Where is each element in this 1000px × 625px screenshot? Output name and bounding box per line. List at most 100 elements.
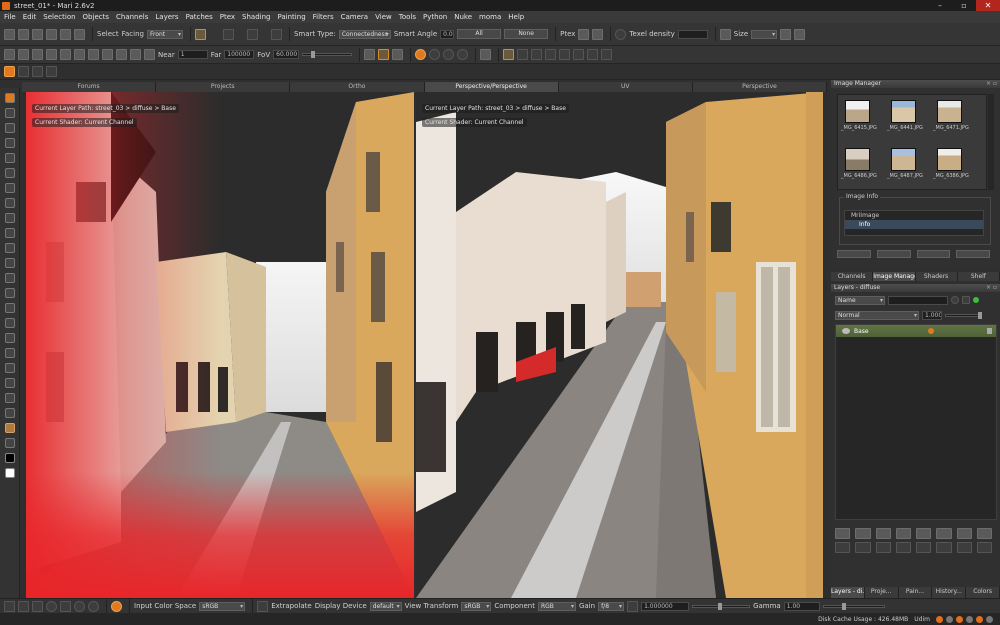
projector-export-icon[interactable] (102, 49, 113, 60)
pivot-icon[interactable] (601, 49, 613, 60)
fov-field[interactable]: 60.000 (273, 50, 300, 59)
layers-icon[interactable] (794, 28, 806, 40)
undo-icon[interactable] (4, 600, 15, 612)
export-icon[interactable] (46, 28, 57, 40)
save-file-icon[interactable] (32, 28, 43, 40)
image-thumb-6486[interactable] (845, 148, 870, 171)
image-icon[interactable] (32, 49, 43, 60)
reset-view-icon[interactable] (88, 600, 99, 612)
tab-layers[interactable]: Layers - di... (831, 587, 865, 598)
menu-edit[interactable]: Edit (23, 13, 37, 21)
flatten-layer-icon[interactable] (976, 542, 992, 553)
pen-tool-icon[interactable] (5, 183, 15, 193)
menu-channels[interactable]: Channels (116, 13, 148, 21)
eraser-tool-icon[interactable] (5, 318, 15, 328)
move-down-icon[interactable] (895, 542, 911, 553)
status-camera-icon[interactable] (946, 615, 953, 623)
swap-colors-icon[interactable] (5, 438, 15, 448)
lit-shading-icon[interactable] (429, 49, 441, 60)
add-layer-icon[interactable] (835, 528, 851, 539)
add-mask-icon[interactable] (895, 528, 911, 539)
duplicate-layer-icon[interactable] (956, 528, 972, 539)
select-all-button[interactable]: All (457, 29, 502, 39)
tab-image-manager[interactable]: Image Manager (873, 272, 916, 281)
facing-dropdown[interactable]: Front (146, 29, 183, 39)
projector-save-icon[interactable] (74, 49, 85, 60)
gain-reset-icon[interactable] (627, 600, 639, 612)
smart-type-dropdown[interactable]: Connectedness (338, 29, 391, 39)
hand-tool-icon[interactable] (5, 123, 15, 133)
open-file-icon[interactable] (18, 28, 29, 40)
status-menu-icon[interactable] (986, 615, 993, 623)
distribute-icon[interactable] (531, 49, 543, 60)
projector-load-icon[interactable] (46, 49, 57, 60)
image-thumb-6386[interactable] (937, 148, 962, 171)
minimize-button[interactable]: – (928, 0, 952, 11)
blend-mode-dropdown[interactable]: Normal (835, 310, 919, 320)
new-project-icon[interactable] (4, 28, 15, 40)
image-load-icon[interactable] (837, 250, 871, 258)
share-layer-icon[interactable] (916, 542, 932, 553)
pin-tool-icon[interactable] (5, 258, 15, 268)
stamp-icon[interactable] (74, 28, 85, 40)
snapshot-icon[interactable] (480, 49, 492, 60)
scale-icon[interactable] (573, 49, 585, 60)
image-edit-icon[interactable] (916, 250, 951, 258)
tab-ortho[interactable]: Ortho (290, 82, 425, 92)
transform-icon[interactable] (587, 49, 599, 60)
bake-layer-icon[interactable] (956, 542, 972, 553)
filter-options-icon[interactable] (962, 296, 970, 304)
menu-nuke[interactable]: Nuke (454, 13, 472, 21)
status-brush-icon[interactable] (956, 615, 963, 623)
status-lock-icon[interactable] (966, 615, 973, 623)
menu-file[interactable]: File (4, 13, 16, 21)
display-device-dropdown[interactable]: default (369, 601, 402, 611)
color-manager-icon[interactable] (111, 600, 122, 612)
picker-tool-icon[interactable] (5, 378, 15, 388)
menu-layers[interactable]: Layers (155, 13, 178, 21)
down-arrow-icon[interactable] (32, 600, 43, 612)
move-tool-icon[interactable] (5, 153, 15, 163)
menu-camera[interactable]: Camera (341, 13, 368, 21)
paint-through-icon[interactable] (503, 49, 515, 60)
input-color-space-dropdown[interactable]: sRGB (199, 601, 246, 611)
select-tool-icon[interactable] (5, 93, 15, 103)
tab-forums[interactable]: Forums (22, 82, 157, 92)
tab-projects[interactable]: Projects (156, 82, 291, 92)
lasso-tool-icon[interactable] (5, 363, 15, 373)
globe-icon[interactable] (615, 28, 627, 40)
extrapolate-icon[interactable] (257, 600, 269, 612)
status-paint-icon[interactable] (976, 615, 983, 623)
size-dropdown[interactable] (751, 29, 778, 39)
layer-visibility-icon[interactable] (842, 328, 850, 334)
frame-icon[interactable] (74, 600, 85, 612)
full-shading-icon[interactable] (443, 49, 455, 60)
opacity-slider[interactable] (945, 311, 982, 319)
near-field[interactable]: 1 (177, 50, 208, 59)
foreground-color-swatch[interactable] (5, 453, 15, 463)
move-icon[interactable] (559, 49, 571, 60)
image-thumb-6441[interactable] (891, 100, 916, 123)
gamma-slider[interactable] (822, 602, 885, 610)
tab-uv[interactable]: UV (558, 82, 693, 92)
view-transform-dropdown[interactable]: sRGB (461, 601, 492, 611)
ptex-grid-icon[interactable] (592, 28, 604, 40)
eyedropper-tool-icon[interactable] (5, 408, 15, 418)
paint-mode-icon[interactable] (4, 66, 15, 77)
menu-view[interactable]: View (375, 13, 392, 21)
image-thumb-6415[interactable] (845, 100, 870, 123)
clear-filter-icon[interactable] (951, 296, 959, 304)
status-indicator-icon[interactable] (936, 615, 943, 623)
merge-layer-icon[interactable] (936, 528, 952, 539)
add-adjustment-icon[interactable] (855, 528, 871, 539)
size-icon[interactable] (719, 28, 731, 40)
image-grid-scrollbar[interactable] (988, 94, 994, 190)
menu-shading[interactable]: Shading (242, 13, 270, 21)
pan-icon[interactable] (18, 600, 29, 612)
zoom-tool-icon[interactable] (5, 138, 15, 148)
marquee-select-icon[interactable] (194, 28, 206, 40)
rotate-icon[interactable] (364, 49, 376, 60)
info-row-mriimage[interactable]: MriImage (845, 211, 983, 220)
opacity-field[interactable]: 1.000 (922, 310, 942, 320)
polygon-select-icon[interactable] (246, 28, 258, 40)
